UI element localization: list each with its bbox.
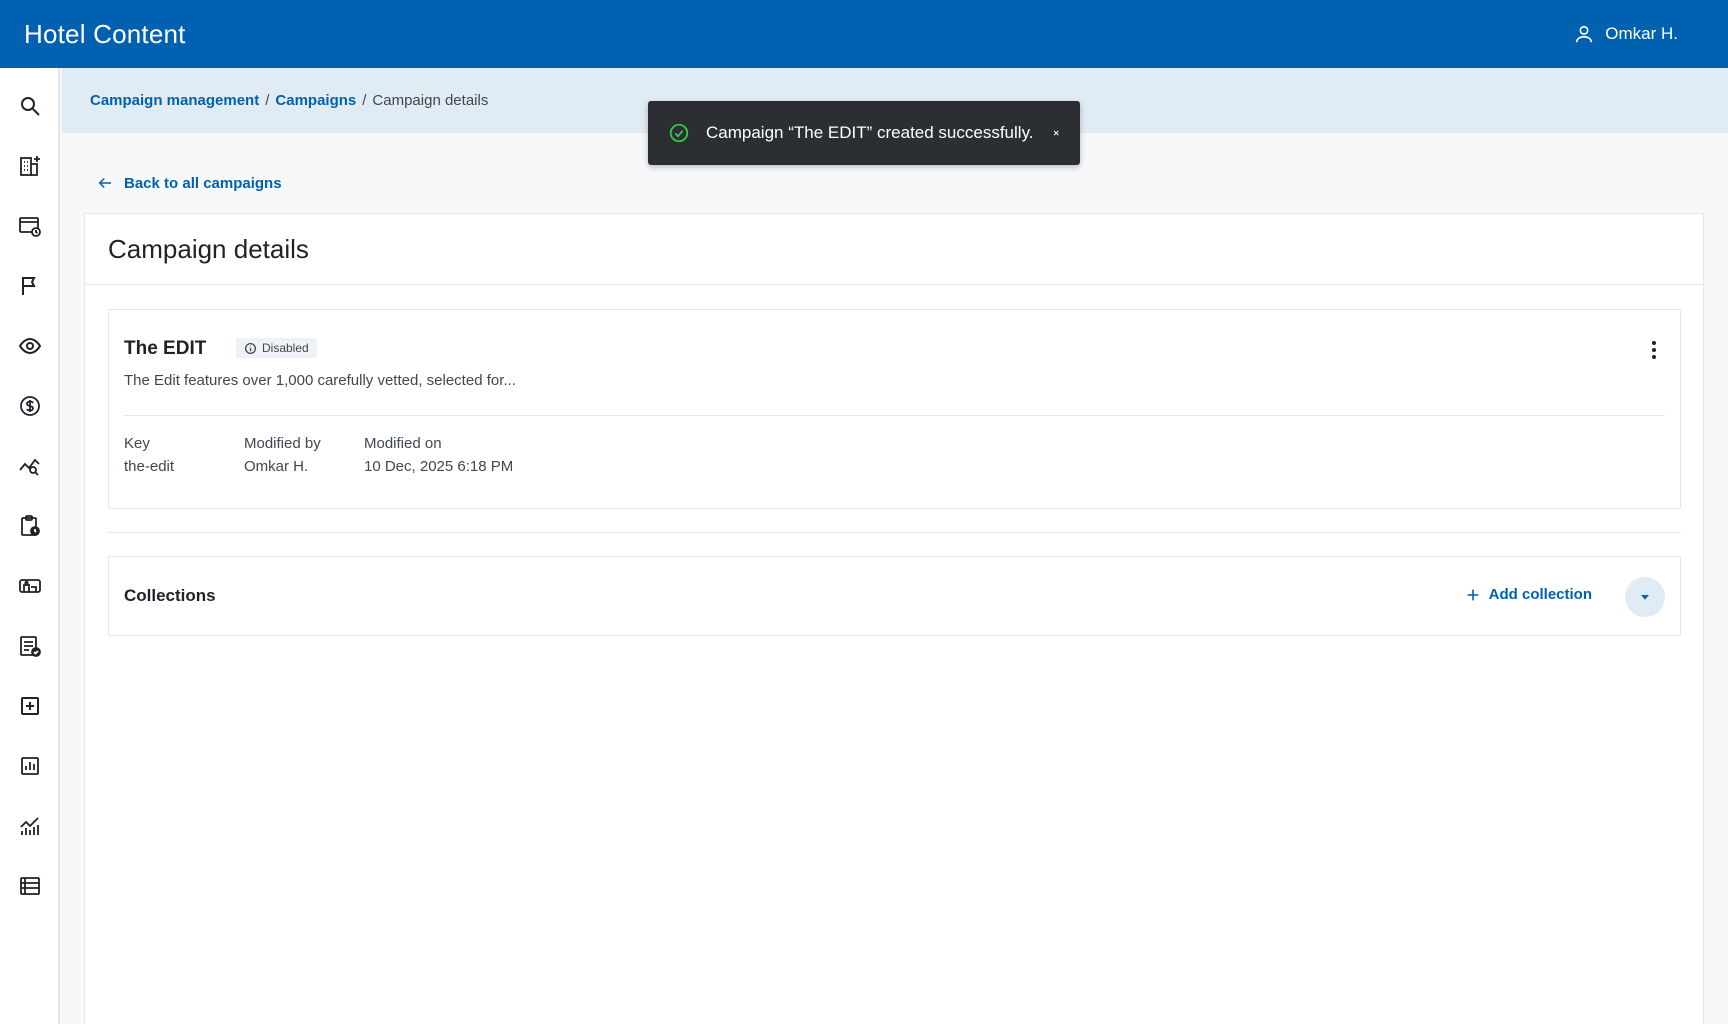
nav-item-rooms[interactable] [16, 572, 44, 600]
plus-square-icon [21, 697, 39, 715]
building-add-icon [20, 156, 40, 176]
nav-item-lists[interactable] [16, 872, 44, 900]
status-badge: Disabled [236, 338, 317, 358]
caret-down-icon [1641, 595, 1649, 600]
trend-chart-icon [20, 817, 39, 835]
expand-collections-button[interactable] [1625, 577, 1665, 617]
breadcrumb-campaigns[interactable]: Campaigns [275, 92, 356, 109]
meta-label: Modified on [364, 435, 442, 452]
nav-item-analytics-search[interactable] [16, 452, 44, 480]
list-table-icon [20, 877, 40, 895]
breadcrumb-campaign-management[interactable]: Campaign management [90, 92, 259, 109]
nav-item-reviews[interactable] [16, 632, 44, 660]
nav-item-trends[interactable] [16, 812, 44, 840]
back-link-label: Back to all campaigns [124, 174, 282, 192]
status-badge-label: Disabled [262, 341, 309, 355]
clipboard-clock-icon [21, 515, 40, 536]
meta-modified-by: Modified by Omkar H. [244, 435, 321, 475]
breadcrumb-separator: / [362, 92, 367, 109]
eye-icon [18, 337, 42, 355]
collections-title: Collections [124, 586, 216, 605]
arrow-left-icon [98, 177, 111, 189]
nav-item-search[interactable] [16, 92, 44, 120]
nav-item-reports[interactable] [16, 752, 44, 780]
list-check-icon [20, 636, 41, 657]
divider [108, 532, 1681, 533]
meta-value: Omkar H. [244, 458, 309, 475]
back-to-campaigns-link[interactable]: Back to all campaigns [96, 174, 282, 192]
meta-modified-on: Modified on 10 Dec, 2025 6:18 PM [364, 435, 513, 475]
top-bar: Hotel Content Omkar H. [0, 0, 1728, 68]
campaign-card: The EDIT Disabled The Edit features over… [108, 309, 1681, 509]
nav-item-schedule[interactable] [16, 512, 44, 540]
close-icon[interactable] [1052, 124, 1060, 142]
user-menu[interactable]: Omkar H. [1573, 23, 1678, 45]
bar-chart-icon [21, 757, 39, 775]
bed-icon [19, 579, 41, 593]
breadcrumb-current: Campaign details [372, 92, 489, 109]
info-icon [244, 342, 257, 354]
meta-label: Modified by [244, 435, 321, 452]
toast-message: Campaign “The EDIT” created successfully… [706, 123, 1034, 142]
add-collection-button[interactable]: Add collection [1465, 586, 1592, 603]
campaign-details-panel: Campaign details The EDIT Disabled The E… [84, 213, 1704, 1024]
user-icon [1576, 25, 1593, 43]
flag-icon [22, 277, 36, 295]
dollar-circle-icon [20, 396, 40, 416]
meta-label: Key [124, 435, 150, 452]
meta-value: 10 Dec, 2025 6:18 PM [364, 458, 514, 475]
meta-value: the-edit [124, 458, 175, 475]
chart-search-icon [19, 458, 40, 476]
campaign-name: The EDIT [124, 338, 207, 359]
campaign-description: The Edit features over 1,000 carefully v… [124, 372, 516, 389]
page-title: Campaign details [108, 234, 309, 264]
success-toast: Campaign “The EDIT” created successfully… [648, 101, 1080, 165]
divider [124, 415, 1665, 416]
nav-item-campaigns[interactable] [16, 272, 44, 300]
plus-icon [1467, 589, 1478, 600]
nav-item-history[interactable] [16, 212, 44, 240]
window-history-icon [19, 217, 41, 237]
check-circle-icon [669, 123, 689, 143]
more-options-button[interactable] [1642, 338, 1666, 362]
nav-item-visibility[interactable] [16, 332, 44, 360]
collections-section: Collections Add collection [108, 556, 1681, 636]
divider [85, 284, 1703, 285]
search-icon [21, 97, 40, 116]
nav-item-add[interactable] [16, 692, 44, 720]
kebab-menu-icon [1652, 341, 1656, 359]
app-title: Hotel Content [24, 18, 186, 49]
add-collection-label: Add collection [1488, 586, 1592, 603]
nav-item-pricing[interactable] [16, 392, 44, 420]
user-name: Omkar H. [1605, 24, 1678, 43]
meta-key: Key the-edit [124, 435, 174, 475]
breadcrumb-separator: / [265, 92, 270, 109]
nav-item-properties[interactable] [16, 152, 44, 180]
side-nav [0, 68, 60, 1024]
